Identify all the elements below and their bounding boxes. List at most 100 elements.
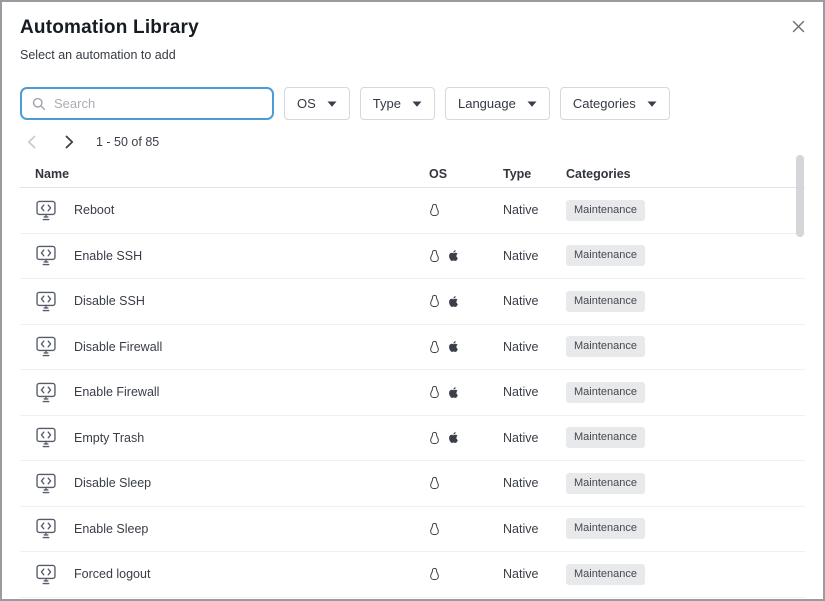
automation-name: Disable Firewall — [74, 340, 162, 354]
code-monitor-icon — [35, 427, 57, 448]
table-header: Name OS Type Categories — [20, 161, 805, 188]
category-badge: Maintenance — [566, 245, 645, 266]
automation-name: Enable SSH — [74, 249, 142, 263]
column-header-name: Name — [35, 167, 429, 181]
os-icons — [429, 203, 503, 217]
category-badge: Maintenance — [566, 336, 645, 357]
automation-name: Enable Sleep — [74, 522, 148, 536]
apple-icon — [447, 385, 460, 400]
type-filter-dropdown[interactable]: Type — [360, 87, 435, 120]
code-monitor-icon — [35, 245, 57, 266]
automation-type: Native — [503, 203, 566, 217]
automation-name: Disable Sleep — [74, 476, 151, 490]
linux-icon — [429, 203, 440, 217]
code-monitor-icon — [35, 291, 57, 312]
type-filter-label: Type — [373, 96, 401, 111]
linux-icon — [429, 294, 440, 308]
chevron-down-icon — [527, 101, 537, 107]
modal-header: Automation Library Select an automation … — [2, 2, 823, 62]
code-monitor-icon — [35, 473, 57, 494]
categories-filter-dropdown[interactable]: Categories — [560, 87, 670, 120]
automation-type: Native — [503, 385, 566, 399]
search-box[interactable] — [20, 87, 274, 120]
previous-page-button[interactable] — [20, 132, 42, 152]
search-icon — [32, 97, 46, 111]
automation-type: Native — [503, 522, 566, 536]
category-badge: Maintenance — [566, 473, 645, 494]
automation-name: Forced logout — [74, 567, 150, 581]
column-header-type: Type — [503, 167, 566, 181]
pagination: 1 - 50 of 85 — [20, 132, 805, 152]
os-filter-dropdown[interactable]: OS — [284, 87, 350, 120]
table-row[interactable]: Enable Sleep Native Maintenance — [20, 507, 805, 553]
table-row[interactable]: Empty Trash Native Maintenance — [20, 416, 805, 462]
column-header-os: OS — [429, 167, 503, 181]
linux-icon — [429, 567, 440, 581]
categories-filter-label: Categories — [573, 96, 636, 111]
chevron-down-icon — [647, 101, 657, 107]
linux-icon — [429, 249, 440, 263]
category-badge: Maintenance — [566, 291, 645, 312]
os-icons — [429, 385, 503, 400]
close-button[interactable] — [789, 17, 807, 35]
code-monitor-icon — [35, 336, 57, 357]
table-row[interactable]: Disable SSH Native Maintenance — [20, 279, 805, 325]
category-badge: Maintenance — [566, 427, 645, 448]
search-input[interactable] — [54, 96, 262, 111]
column-header-categories: Categories — [566, 167, 805, 181]
table-row[interactable]: Disable Firewall Native Maintenance — [20, 325, 805, 371]
linux-icon — [429, 340, 440, 354]
scrollbar-thumb[interactable] — [796, 155, 804, 237]
apple-icon — [447, 294, 460, 309]
page-title: Automation Library — [20, 17, 805, 39]
linux-icon — [429, 431, 440, 445]
page-subtitle: Select an automation to add — [20, 48, 805, 62]
automation-library-modal: Automation Library Select an automation … — [0, 0, 825, 601]
category-badge: Maintenance — [566, 382, 645, 403]
category-badge: Maintenance — [566, 200, 645, 221]
table-row[interactable]: Enable Firewall Native Maintenance — [20, 370, 805, 416]
automation-name: Disable SSH — [74, 294, 145, 308]
table-row[interactable]: Reboot Native Maintenance — [20, 188, 805, 234]
automation-type: Native — [503, 567, 566, 581]
automation-name: Empty Trash — [74, 431, 144, 445]
linux-icon — [429, 522, 440, 536]
chevron-right-icon — [65, 135, 74, 149]
table-body: Reboot Native Maintenance Enable SSH Nat — [20, 188, 805, 598]
code-monitor-icon — [35, 200, 57, 221]
apple-icon — [447, 248, 460, 263]
os-icons — [429, 430, 503, 445]
automation-type: Native — [503, 249, 566, 263]
automation-name: Enable Firewall — [74, 385, 159, 399]
automation-type: Native — [503, 431, 566, 445]
category-badge: Maintenance — [566, 564, 645, 585]
chevron-left-icon — [27, 135, 36, 149]
chevron-down-icon — [412, 101, 422, 107]
pagination-range: 1 - 50 of 85 — [96, 135, 159, 149]
chevron-down-icon — [327, 101, 337, 107]
table-row[interactable]: Disable Sleep Native Maintenance — [20, 461, 805, 507]
automation-type: Native — [503, 476, 566, 490]
category-badge: Maintenance — [566, 518, 645, 539]
os-icons — [429, 522, 503, 536]
code-monitor-icon — [35, 518, 57, 539]
automation-type: Native — [503, 340, 566, 354]
close-icon — [792, 20, 805, 33]
os-icons — [429, 339, 503, 354]
automation-type: Native — [503, 294, 566, 308]
code-monitor-icon — [35, 382, 57, 403]
linux-icon — [429, 476, 440, 490]
automation-name: Reboot — [74, 203, 114, 217]
language-filter-dropdown[interactable]: Language — [445, 87, 550, 120]
linux-icon — [429, 385, 440, 399]
table-row[interactable]: Enable SSH Native Maintenance — [20, 234, 805, 280]
table-row[interactable]: Forced logout Native Maintenance — [20, 552, 805, 598]
automations-table: Name OS Type Categories Reboot Native — [20, 161, 805, 598]
os-icons — [429, 476, 503, 490]
os-icons — [429, 248, 503, 263]
os-icons — [429, 567, 503, 581]
filter-toolbar: OS Type Language Categories — [20, 87, 805, 120]
next-page-button[interactable] — [58, 132, 80, 152]
code-monitor-icon — [35, 564, 57, 585]
apple-icon — [447, 339, 460, 354]
